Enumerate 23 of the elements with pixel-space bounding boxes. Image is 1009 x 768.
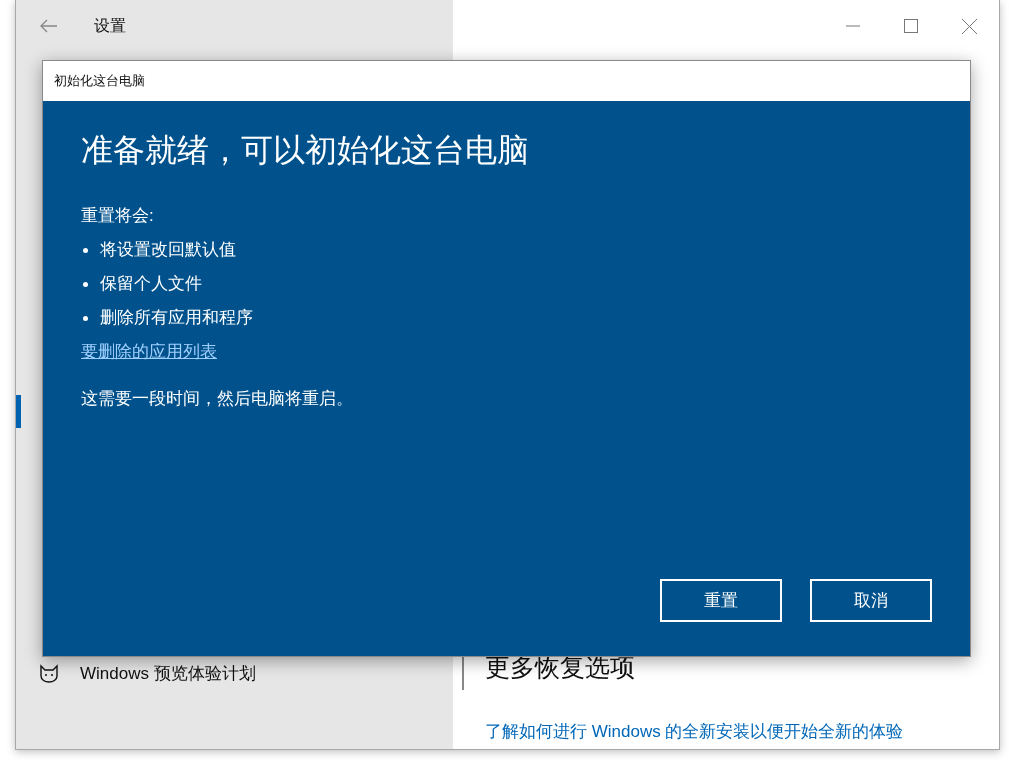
maximize-icon[interactable]: [904, 19, 918, 33]
note-text: 这需要一段时间，然后电脑将重启。: [81, 388, 354, 410]
dialog-button[interactable]: 重置: [660, 579, 782, 622]
list-item: 保留个人文件: [100, 273, 202, 295]
bullet-icon: [83, 247, 88, 253]
dialog-title: 初始化这台电脑: [54, 72, 145, 90]
back-icon[interactable]: [40, 19, 58, 33]
link[interactable]: 了解如何进行 Windows 的全新安装以便开始全新的体验: [485, 720, 999, 743]
dialog-heading: 准备就绪，可以初始化这台电脑: [81, 131, 530, 170]
dialog-button[interactable]: 取消: [810, 579, 932, 622]
list-item: 删除所有应用和程序: [100, 307, 253, 329]
bullet-icon: [83, 315, 88, 321]
sidebar-item[interactable]: Windows 预览体验计划: [16, 662, 453, 749]
link[interactable]: 要删除的应用列表: [81, 335, 217, 369]
intro-text: 重置将会:: [81, 205, 155, 227]
selection-indicator: [16, 395, 21, 428]
close-icon[interactable]: [962, 18, 977, 34]
window-title: 设置: [94, 15, 126, 36]
section-heading: 更多恢复选项: [485, 652, 636, 683]
list-item: 将设置改回默认值: [100, 239, 236, 261]
cat-icon: [38, 663, 60, 684]
bullet-icon: [83, 281, 88, 287]
scrollbar-thumb[interactable]: [462, 655, 464, 690]
